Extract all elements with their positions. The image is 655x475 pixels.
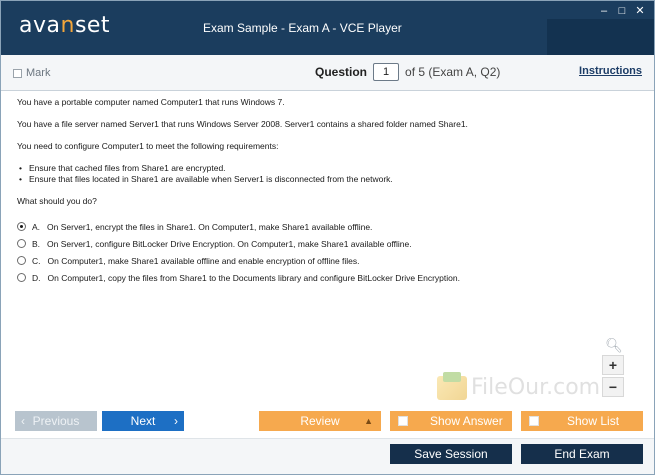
option-letter: C. (32, 255, 41, 266)
requirement-item: Ensure that files located in Share1 are … (17, 174, 638, 185)
option-text: On Computer1, make Share1 available offl… (47, 255, 360, 266)
option-text: On Server1, configure BitLocker Drive En… (47, 238, 412, 249)
triangle-up-icon: ▲ (364, 416, 373, 426)
minimize-button[interactable]: – (598, 5, 610, 17)
chevron-right-icon: › (174, 414, 178, 428)
avanset-logo: avanset (19, 13, 110, 38)
answer-option-d[interactable]: D. On Computer1, copy the files from Sha… (17, 269, 638, 286)
zoom-controls: 🔍︎ + − (602, 337, 626, 399)
mark-label: Mark (26, 67, 51, 79)
vce-player-window: avanset Exam Sample - Exam A - VCE Playe… (0, 0, 655, 475)
radio-button-a[interactable] (17, 222, 26, 231)
question-label: Question (315, 65, 368, 79)
save-session-button[interactable]: Save Session (390, 444, 512, 464)
answer-option-c[interactable]: C. On Computer1, make Share1 available o… (17, 252, 638, 269)
review-button[interactable]: Review ▲ (259, 411, 381, 431)
option-text: On Computer1, copy the files from Share1… (47, 272, 460, 283)
question-count-text: of 5 (Exam A, Q2) (405, 65, 501, 79)
next-button[interactable]: Next › (102, 411, 184, 431)
end-exam-button[interactable]: End Exam (521, 444, 643, 464)
show-list-button[interactable]: Show List (521, 411, 643, 431)
requirements-list: Ensure that cached files from Share1 are… (17, 163, 638, 185)
question-prompt: What should you do? (17, 196, 97, 206)
show-answer-button[interactable]: Show Answer (390, 411, 512, 431)
option-letter: B. (32, 238, 41, 249)
next-label: Next (130, 414, 156, 428)
previous-button[interactable]: ‹ Previous (15, 411, 97, 431)
previous-label: Previous (32, 414, 80, 428)
radio-button-d[interactable] (17, 273, 26, 282)
title-bar: avanset Exam Sample - Exam A - VCE Playe… (1, 1, 654, 55)
mark-checkbox[interactable]: Mark (13, 67, 50, 79)
folder-icon (437, 371, 467, 400)
question-toolbar: Mark Question 1 of 5 (Exam A, Q2) Instru… (1, 55, 654, 91)
watermark: FileOur.com (437, 371, 601, 400)
option-letter: A. (32, 221, 41, 232)
watermark-text: FileOur.com (471, 375, 601, 400)
window-title: Exam Sample - Exam A - VCE Player (203, 21, 402, 35)
answer-option-b[interactable]: B. On Server1, configure BitLocker Drive… (17, 235, 638, 252)
chevron-left-icon: ‹ (21, 414, 25, 428)
option-text: On Server1, encrypt the files in Share1.… (47, 221, 373, 232)
question-paragraph: You need to configure Computer1 to meet … (17, 141, 279, 151)
option-letter: D. (32, 272, 41, 283)
question-paragraph: You have a file server named Server1 tha… (17, 119, 468, 129)
radio-button-b[interactable] (17, 239, 26, 248)
question-paragraph: You have a portable computer named Compu… (17, 97, 285, 107)
mark-checkbox-box[interactable] (13, 68, 22, 78)
radio-button-c[interactable] (17, 256, 26, 265)
maximize-button[interactable]: □ (616, 5, 628, 17)
logo-text-pre: ava (19, 13, 61, 38)
question-navigator: Question 1 of 5 (Exam A, Q2) (315, 63, 500, 81)
title-right-panel (547, 19, 654, 55)
window-controls: – □ ✕ (598, 5, 646, 17)
close-button[interactable]: ✕ (634, 5, 646, 17)
zoom-out-button[interactable]: − (602, 377, 624, 397)
zoom-in-button[interactable]: + (602, 355, 624, 375)
answer-option-a[interactable]: A. On Server1, encrypt the files in Shar… (17, 218, 638, 235)
show-answer-label: Show Answer (430, 414, 503, 428)
question-content: You have a portable computer named Compu… (1, 91, 654, 403)
question-number-input[interactable]: 1 (373, 63, 400, 81)
magnifier-icon: 🔍︎ (605, 337, 623, 353)
review-label: Review (300, 414, 340, 428)
logo-text-accent: n (60, 13, 75, 38)
show-list-label: Show List (567, 414, 620, 428)
instructions-link[interactable]: Instructions (579, 65, 642, 77)
show-answer-checkbox[interactable] (398, 416, 408, 426)
show-list-checkbox[interactable] (529, 416, 539, 426)
requirement-item: Ensure that cached files from Share1 are… (17, 163, 638, 174)
logo-text-post: set (74, 13, 111, 38)
